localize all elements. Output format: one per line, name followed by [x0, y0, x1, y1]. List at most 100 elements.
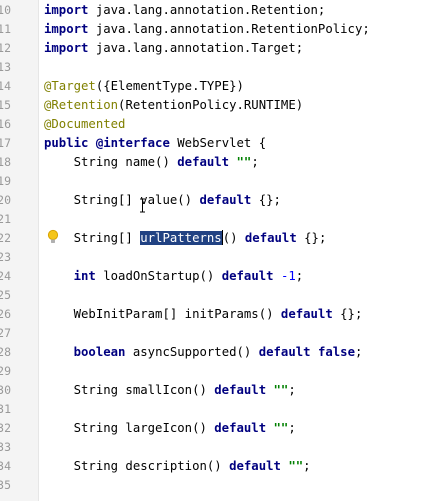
line-number-text: 21: [0, 212, 11, 226]
line-number-text: 19: [0, 174, 11, 188]
code-token: java.lang.annotation.Target;: [88, 41, 304, 55]
code-token: {};: [332, 307, 363, 321]
line-number-text: 24: [0, 269, 11, 283]
line-number: 17: [0, 134, 12, 153]
code-token: String largeIcon(): [44, 421, 215, 435]
code-line[interactable]: WebInitParam[] initParams() default {};: [44, 305, 363, 324]
line-number-text: 33: [0, 440, 11, 454]
line-number: 33: [0, 438, 12, 457]
line-number-text: 18: [0, 155, 11, 169]
line-number-text: 35: [0, 478, 11, 492]
code-line[interactable]: @Target({ElementType.TYPE}): [44, 77, 244, 96]
code-token: String name(): [44, 155, 178, 169]
code-line[interactable]: String[] value() default {};: [44, 191, 281, 210]
code-token: TYPE: [199, 79, 230, 93]
line-number: 27: [0, 324, 12, 343]
code-token: @Retention: [44, 98, 119, 112]
code-line[interactable]: String name() default "";: [44, 153, 259, 172]
code-token: public: [44, 136, 89, 150]
line-number-text: 15: [0, 98, 11, 112]
line-number: 20: [0, 191, 12, 210]
line-number: 21: [0, 210, 12, 229]
line-number: 35: [0, 476, 12, 495]
code-token: ;: [303, 459, 311, 473]
code-token: "": [236, 155, 252, 169]
line-number-text: 12: [0, 41, 11, 55]
code-token: false: [317, 345, 355, 359]
code-line[interactable]: String[] urlPatterns() default {};: [44, 229, 326, 248]
line-number: 32: [0, 419, 12, 438]
line-number: 22: [0, 229, 12, 248]
line-number: 13: [0, 58, 12, 77]
line-number-text: 28: [0, 345, 11, 359]
line-number-text: 13: [0, 60, 11, 74]
code-line[interactable]: public @interface WebServlet {: [44, 134, 266, 153]
line-number-text: 34: [0, 459, 11, 473]
line-number: 30: [0, 381, 12, 400]
line-number: 25: [0, 286, 12, 305]
code-token: ;: [288, 421, 296, 435]
line-number: 10: [0, 1, 12, 20]
code-token: "": [273, 421, 289, 435]
code-token: "": [273, 383, 289, 397]
line-number: 23: [0, 248, 12, 267]
line-number-text: 25: [0, 288, 11, 302]
code-line[interactable]: import java.lang.annotation.Target;: [44, 39, 303, 58]
code-token: ;: [288, 383, 296, 397]
code-token: asyncSupported(): [125, 345, 259, 359]
gutter-divider: [38, 0, 39, 501]
lightbulb-icon[interactable]: [47, 229, 59, 245]
selected-token: urlPatterns: [140, 231, 222, 245]
code-token: RUNTIME: [243, 98, 296, 112]
code-token: ;: [251, 155, 259, 169]
code-token: import: [44, 41, 89, 55]
code-token: default: [214, 383, 267, 397]
line-number: 31: [0, 400, 12, 419]
line-number: 34: [0, 457, 12, 476]
line-number: 26: [0, 305, 12, 324]
line-number: 11: [0, 20, 12, 39]
line-number-text: 17: [0, 136, 11, 150]
line-number-text: 10: [0, 3, 11, 17]
line-number: 14: [0, 77, 12, 96]
code-token: -1: [280, 269, 296, 283]
line-number-text: 31: [0, 402, 11, 416]
code-token: ;: [354, 345, 363, 359]
code-token: @Target: [44, 79, 96, 93]
code-token: {};: [251, 193, 281, 207]
code-token: String[] value(): [44, 193, 200, 207]
code-token: default: [221, 269, 274, 283]
code-line[interactable]: int loadOnStartup() default -1;: [44, 267, 304, 286]
code-line[interactable]: String largeIcon() default "";: [44, 419, 296, 438]
code-line[interactable]: String smallIcon() default "";: [44, 381, 296, 400]
code-line[interactable]: String description() default "";: [44, 457, 311, 476]
code-line[interactable]: import java.lang.annotation.RetentionPol…: [44, 20, 370, 39]
code-line[interactable]: import java.lang.annotation.Retention;: [44, 1, 325, 20]
code-line[interactable]: @Retention(RetentionPolicy.RUNTIME): [44, 96, 303, 115]
code-token: ): [295, 98, 304, 112]
code-token: int: [73, 269, 96, 283]
code-token: WebServlet {: [169, 136, 267, 150]
code-token: default: [177, 155, 230, 169]
line-number-text: 22: [0, 231, 11, 245]
code-token: java.lang.annotation.RetentionPolicy;: [88, 22, 370, 36]
line-number-text: 32: [0, 421, 11, 435]
text-cursor-icon: [139, 198, 146, 213]
line-number-text: 27: [0, 326, 11, 340]
code-line[interactable]: boolean asyncSupported() default false;: [44, 343, 363, 362]
line-number: 24: [0, 267, 12, 286]
code-token: boolean: [73, 345, 126, 359]
line-number-text: 26: [0, 307, 11, 321]
code-token: default: [214, 421, 267, 435]
code-line[interactable]: @Documented: [44, 115, 125, 134]
code-token: {};: [296, 231, 327, 245]
line-number-text: 16: [0, 117, 11, 131]
code-token: ;: [295, 269, 304, 283]
code-token: ({ElementType.: [95, 79, 200, 93]
